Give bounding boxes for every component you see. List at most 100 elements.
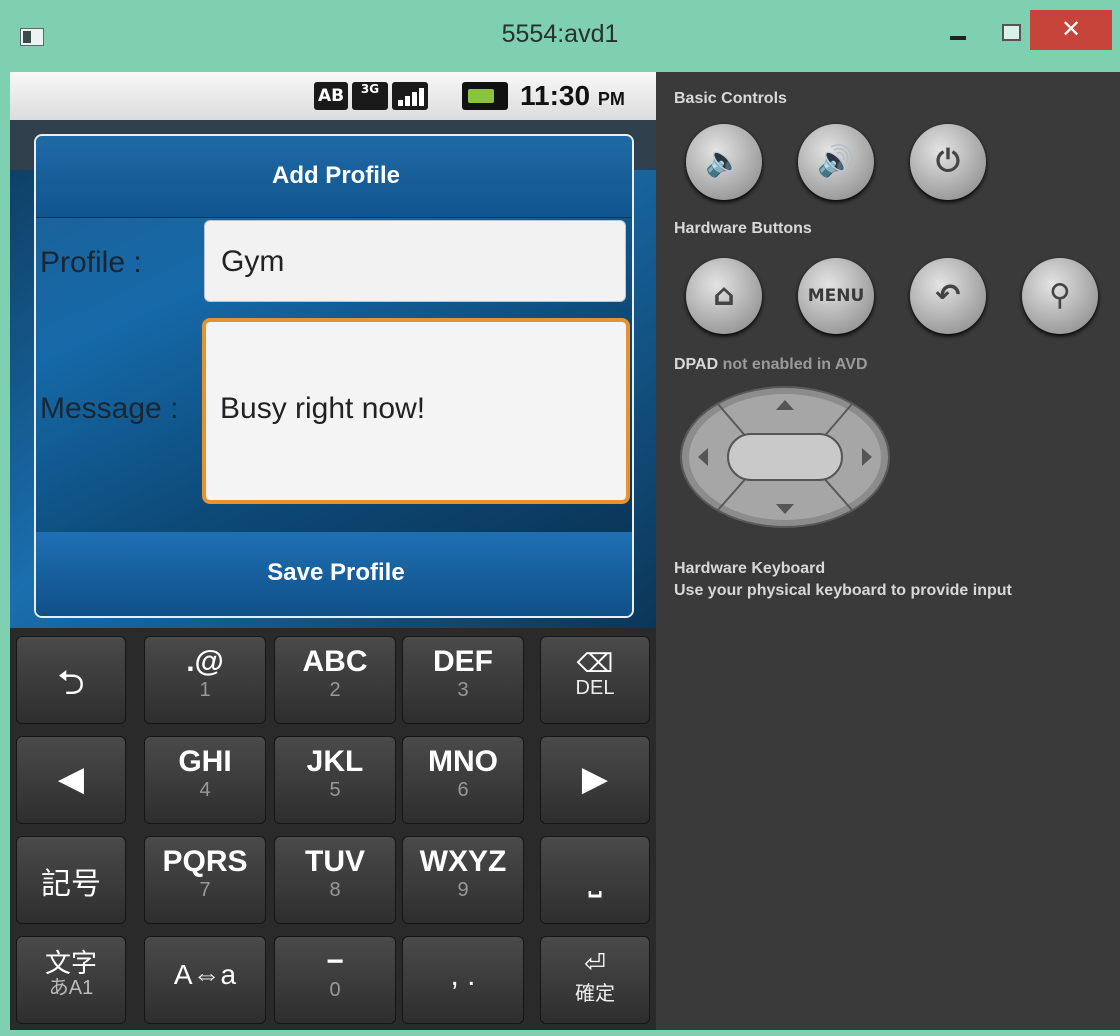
minimize-button[interactable]: [938, 14, 978, 50]
key-label: −: [326, 945, 344, 978]
key-label: TUV: [305, 845, 365, 878]
key-symbols[interactable]: 記号: [16, 836, 126, 924]
key-case-toggle[interactable]: A⇔a: [144, 936, 266, 1024]
left-arrow-icon: ◀: [57, 760, 85, 798]
search-button[interactable]: ⚲: [1022, 258, 1098, 334]
key-space[interactable]: ⎵: [540, 836, 650, 924]
key-label: , .: [450, 959, 476, 992]
key-sublabel: 8: [329, 879, 341, 901]
device-screen: AB 3G 11:30 PM Add Profile Profile : Gym…: [10, 72, 656, 1030]
key-label: GHI: [178, 745, 232, 778]
key-label: 記号: [41, 868, 101, 901]
key-1[interactable]: .@ 1: [144, 636, 266, 724]
network-3g-icon: 3G: [352, 82, 388, 110]
key-sublabel: 3: [457, 679, 469, 701]
key-label: 文字: [44, 948, 97, 978]
battery-icon: [462, 82, 508, 110]
key-9[interactable]: WXYZ 9: [402, 836, 524, 924]
right-arrow-icon: ▶: [581, 760, 609, 798]
key-right[interactable]: ▶: [540, 736, 650, 824]
key-sublabel: 6: [457, 779, 469, 801]
search-icon: ⚲: [1049, 278, 1071, 313]
dpad-center[interactable]: [727, 433, 843, 481]
key-left[interactable]: ◀: [16, 736, 126, 824]
key-back[interactable]: ⮌: [16, 636, 126, 724]
dialog-title-bar: Add Profile: [36, 136, 632, 218]
key-sublabel: 確定: [575, 983, 615, 1005]
key-6[interactable]: MNO 6: [402, 736, 524, 824]
home-icon: ⌂: [713, 278, 735, 313]
key-label: PQRS: [162, 845, 248, 878]
time-ampm: PM: [597, 89, 625, 109]
key-input-mode[interactable]: 文字 あA1: [16, 936, 126, 1024]
key-5[interactable]: JKL 5: [274, 736, 396, 824]
message-label: Message :: [40, 392, 179, 425]
power-icon: ⏻: [936, 144, 960, 179]
dpad-title: DPAD not enabled in AVD: [674, 356, 868, 374]
back-button[interactable]: ↶: [910, 258, 986, 334]
ab-icon: AB: [314, 82, 348, 110]
key-label: MNO: [428, 745, 498, 778]
volume-up-icon: 🔊: [817, 144, 855, 179]
key-enter[interactable]: ⏎ 確定: [540, 936, 650, 1024]
save-profile-button[interactable]: Save Profile: [36, 532, 632, 616]
key-label: A⇔a: [173, 959, 237, 990]
key-sublabel: 4: [199, 779, 211, 801]
key-label: JKL: [306, 745, 364, 778]
key-sublabel: 5: [329, 779, 341, 801]
key-label: .@: [186, 645, 224, 678]
time-value: 11:30: [520, 80, 591, 111]
key-sublabel: 1: [199, 679, 211, 701]
volume-down-icon: 🔈: [705, 144, 743, 179]
key-sublabel: あA1: [48, 977, 94, 999]
key-label: WXYZ: [419, 845, 507, 878]
maximize-button[interactable]: [990, 14, 1030, 50]
power-button[interactable]: ⏻: [910, 124, 986, 200]
back-icon: ↶: [935, 278, 961, 313]
status-time: 11:30 PM: [520, 80, 625, 112]
key-8[interactable]: TUV 8: [274, 836, 396, 924]
key-label: DEF: [433, 645, 493, 678]
message-input[interactable]: Busy right now!: [202, 318, 630, 504]
dpad-control[interactable]: [678, 384, 892, 530]
emulator-window: 5554:avd1 ✕ AB 3G 11:30 PM Add Profile P…: [0, 0, 1120, 1036]
key-sublabel: 7: [199, 879, 211, 901]
home-button[interactable]: ⌂: [686, 258, 762, 334]
key-sublabel: DEL: [575, 677, 615, 699]
title-bar[interactable]: 5554:avd1 ✕: [0, 0, 1120, 72]
volume-up-button[interactable]: 🔊: [798, 124, 874, 200]
key-sublabel: 0: [329, 979, 341, 1001]
status-bar: AB 3G 11:30 PM: [10, 72, 656, 120]
key-sublabel: 2: [329, 679, 341, 701]
menu-label: MENU: [807, 286, 865, 306]
backspace-icon: ⌫: [576, 648, 614, 678]
key-0[interactable]: −0: [274, 936, 396, 1024]
key-del[interactable]: ⌫ DEL: [540, 636, 650, 724]
key-3[interactable]: DEF 3: [402, 636, 524, 724]
dialog-title: Add Profile: [271, 162, 400, 189]
dpad-label: DPAD: [674, 356, 719, 373]
back-arrow-icon: ⮌: [57, 664, 85, 702]
hardware-keyboard-desc: Use your physical keyboard to provide in…: [674, 582, 1012, 599]
space-icon: ⎵: [588, 859, 602, 897]
soft-keyboard: ⮌ .@ 1 ABC 2 DEF 3 ⌫ DEL ◀ GHI 4 JKL 5 MNO 6 ▶ …: [10, 628, 656, 1030]
enter-icon: ⏎: [584, 948, 606, 978]
key-label: ABC: [302, 645, 368, 678]
key-sublabel: 9: [457, 879, 469, 901]
close-button[interactable]: ✕: [1030, 10, 1112, 50]
profile-input[interactable]: Gym: [204, 220, 626, 302]
dpad-status: not enabled in AVD: [722, 356, 868, 373]
hardware-buttons-title: Hardware Buttons: [674, 220, 812, 237]
hardware-keyboard-info: Hardware Keyboard Use your physical keyb…: [674, 558, 1012, 602]
hardware-keyboard-title: Hardware Keyboard: [674, 560, 826, 577]
menu-button[interactable]: MENU: [798, 258, 874, 334]
key-4[interactable]: GHI 4: [144, 736, 266, 824]
key-punctuation[interactable]: , .: [402, 936, 524, 1024]
profile-label: Profile :: [40, 246, 142, 279]
basic-controls-title: Basic Controls: [674, 90, 787, 107]
key-2[interactable]: ABC 2: [274, 636, 396, 724]
volume-down-button[interactable]: 🔈: [686, 124, 762, 200]
controls-panel: Basic Controls 🔈 🔊 ⏻ Hardware Buttons ⌂ …: [656, 72, 1120, 1030]
key-7[interactable]: PQRS 7: [144, 836, 266, 924]
add-profile-dialog: Add Profile Profile : Gym Message : Busy…: [34, 134, 634, 618]
